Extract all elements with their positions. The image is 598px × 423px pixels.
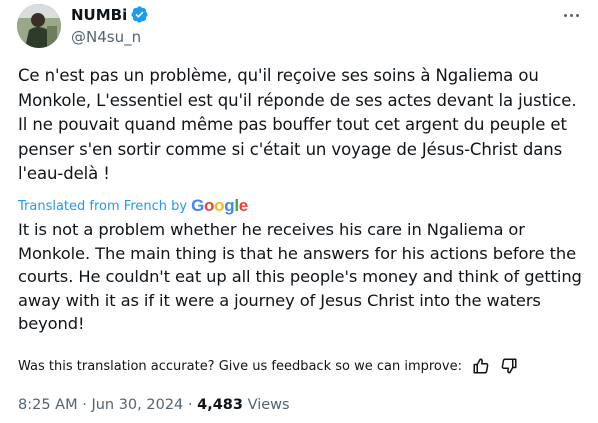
translated-from-link[interactable]: Translated from French by Google [18, 196, 248, 216]
translated-from-label: Translated from French by [18, 198, 188, 214]
tweet-meta: 8:25 AM · Jun 30, 2024 · 4,483 Views [18, 397, 290, 413]
google-logo: Google [191, 196, 248, 215]
views-label: Views [242, 397, 290, 413]
meta-separator: · [77, 397, 92, 413]
feedback-prompt: Was this translation accurate? Give us f… [18, 358, 462, 374]
author-handle[interactable]: @N4su_n [71, 28, 141, 46]
thumbs-up-icon[interactable] [472, 357, 490, 375]
meta-separator: · [183, 397, 198, 413]
tweet-time[interactable]: 8:25 AM [18, 397, 78, 413]
tweet-original-text: Ce n'est pas un problème, qu'il reçoive … [18, 66, 577, 183]
translation-feedback: Was this translation accurate? Give us f… [18, 357, 518, 375]
author-name[interactable]: NUMBi [71, 6, 127, 24]
thumbs-down-icon[interactable] [500, 357, 518, 375]
tweet-date[interactable]: Jun 30, 2024 [91, 397, 183, 413]
tweet-translated-text: It is not a problem whether he receives … [18, 220, 582, 333]
verified-badge-icon [130, 5, 149, 24]
more-options-icon[interactable] [560, 4, 582, 26]
author-name-row[interactable]: NUMBi [71, 5, 149, 24]
avatar[interactable] [17, 4, 61, 48]
views-count: 4,483 [197, 397, 243, 413]
